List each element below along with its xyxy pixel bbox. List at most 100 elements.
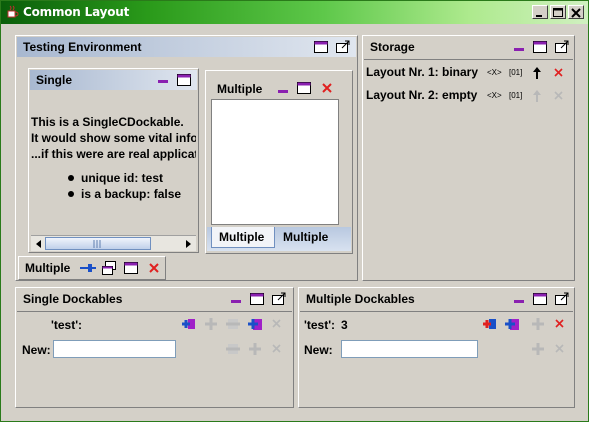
layout-label: Layout Nr. 1: binary: [366, 65, 479, 79]
single-header[interactable]: Single: [30, 70, 197, 90]
dockable-id-label: 'test':: [304, 318, 336, 332]
close-window-button[interactable]: [568, 5, 584, 19]
tab-multiple-1[interactable]: Multiple: [211, 227, 275, 248]
show-dockable-icon: [226, 319, 240, 329]
close-icon: [272, 344, 281, 353]
unique-id-label: unique id: test: [81, 171, 163, 185]
info-line: This is a SingleCDockable.: [31, 115, 184, 129]
close-icon[interactable]: [320, 81, 334, 95]
save-layout-button[interactable]: [01]: [509, 68, 522, 77]
maximize-icon[interactable]: [176, 73, 192, 87]
close-icon[interactable]: [147, 261, 161, 275]
maximize-icon[interactable]: [249, 292, 265, 306]
save-layout-button[interactable]: [01]: [509, 91, 522, 100]
close-icon: [555, 344, 564, 353]
hide-dockable-icon: [249, 343, 261, 355]
maximize-window-button[interactable]: [550, 5, 566, 19]
load-up-arrow-icon[interactable]: [532, 66, 542, 80]
minimize-window-button[interactable]: [532, 5, 548, 19]
remove-dockable-icon: [532, 318, 544, 330]
multiple-content-area: [211, 99, 339, 225]
close-icon[interactable]: [554, 318, 566, 330]
create-dockable-icon[interactable]: [504, 316, 520, 332]
close-icon: [554, 91, 563, 100]
storage-row: Layout Nr. 2: empty <X> [01]: [364, 87, 573, 105]
hide-dockable-icon[interactable]: [247, 316, 263, 332]
close-icon: [272, 319, 281, 328]
main-window: Common Layout Testing Environment Single…: [0, 0, 589, 422]
delete-layout-button[interactable]: <X>: [487, 68, 502, 77]
testing-environment-title: Testing Environment: [23, 40, 142, 54]
storage-title: Storage: [370, 40, 415, 54]
normalize-icon[interactable]: [101, 260, 117, 276]
maximize-icon[interactable]: [532, 40, 548, 54]
maximize-icon[interactable]: [296, 81, 312, 95]
maximize-icon[interactable]: [532, 292, 548, 306]
tab-label: Multiple: [283, 230, 329, 244]
tab-multiple-2[interactable]: Multiple: [278, 227, 342, 248]
maximize-icon: [553, 8, 563, 17]
add-dockable-icon[interactable]: [181, 316, 197, 332]
single-dockables-content: 'test': New:: [17, 311, 292, 405]
storage-header[interactable]: Storage: [364, 37, 573, 57]
multiple-title: Multiple: [217, 82, 263, 96]
horizontal-scrollbar[interactable]: [31, 235, 196, 251]
window-title-bar[interactable]: Common Layout: [1, 1, 588, 24]
storage-panel: Storage Layout Nr. 1: binary <X> [01] La…: [362, 35, 575, 281]
delete-layout-button[interactable]: <X>: [487, 91, 502, 100]
new-label: New:: [22, 343, 51, 357]
close-icon: [571, 8, 581, 18]
tab-label: Multiple: [219, 230, 265, 244]
storage-content: Layout Nr. 1: binary <X> [01] Layout Nr.…: [364, 59, 573, 277]
close-icon[interactable]: [553, 67, 565, 79]
single-dockables-title: Single Dockables: [23, 292, 123, 306]
minimize-icon: [536, 15, 542, 17]
show-dockable-icon: [226, 344, 240, 354]
remove-dockable-icon: [205, 318, 217, 330]
maximize-icon[interactable]: [313, 40, 329, 54]
externalize-icon[interactable]: [554, 292, 570, 306]
dockable-id-label: 'test':: [51, 318, 83, 332]
single-content: This is a SingleCDockable. It would show…: [31, 92, 196, 235]
multiple-dockables-title: Multiple Dockables: [306, 292, 415, 306]
pin-icon[interactable]: [79, 262, 97, 274]
multiple-dockables-content: 'test': 3 New:: [300, 311, 573, 405]
new-multiple-input[interactable]: [341, 340, 478, 358]
externalize-icon[interactable]: [271, 292, 287, 306]
testing-environment-header[interactable]: Testing Environment: [17, 37, 356, 57]
show-dockable-icon: [532, 343, 544, 355]
storage-row: Layout Nr. 1: binary <X> [01]: [364, 64, 573, 82]
maximize-icon[interactable]: [123, 261, 139, 275]
multiple-stack-panel: Multiple Multiple Multiple: [205, 70, 353, 254]
scroll-right-icon[interactable]: [182, 238, 194, 250]
externalize-icon[interactable]: [554, 40, 570, 54]
backup-label: is a backup: false: [81, 187, 182, 201]
layout-label: Layout Nr. 2: empty: [366, 88, 478, 102]
minimized-multiple-bar[interactable]: Multiple: [18, 256, 166, 280]
minimize-icon[interactable]: [514, 298, 526, 304]
externalize-icon[interactable]: [335, 40, 351, 54]
minimize-icon[interactable]: [231, 298, 243, 304]
new-label: New:: [304, 343, 333, 357]
bullet-icon: [68, 175, 74, 181]
single-dockables-header[interactable]: Single Dockables: [17, 289, 292, 309]
minimize-icon[interactable]: [158, 78, 170, 84]
minimize-icon[interactable]: [278, 88, 290, 94]
java-cup-icon: [7, 5, 19, 18]
grip-icon: [93, 240, 101, 248]
minimized-title: Multiple: [25, 261, 71, 275]
bullet-icon: [68, 191, 74, 197]
scroll-left-icon[interactable]: [33, 238, 45, 250]
info-line: It would show some vital infor: [31, 131, 196, 145]
minimize-icon[interactable]: [514, 46, 526, 52]
multiple-dockables-panel: Multiple Dockables 'test': 3 New:: [298, 287, 575, 408]
add-dockable-icon[interactable]: [482, 316, 498, 332]
scroll-thumb[interactable]: [45, 237, 151, 250]
tab-strip: Multiple Multiple: [207, 227, 351, 251]
new-single-input[interactable]: [53, 340, 176, 358]
multiple-dockables-header[interactable]: Multiple Dockables: [300, 289, 573, 309]
dockable-count: 3: [341, 318, 348, 332]
load-up-arrow-icon: [533, 90, 541, 102]
testing-environment-panel: Testing Environment Single This is a Sin…: [15, 35, 358, 281]
info-line: ...if this were are real applicat: [31, 147, 196, 161]
